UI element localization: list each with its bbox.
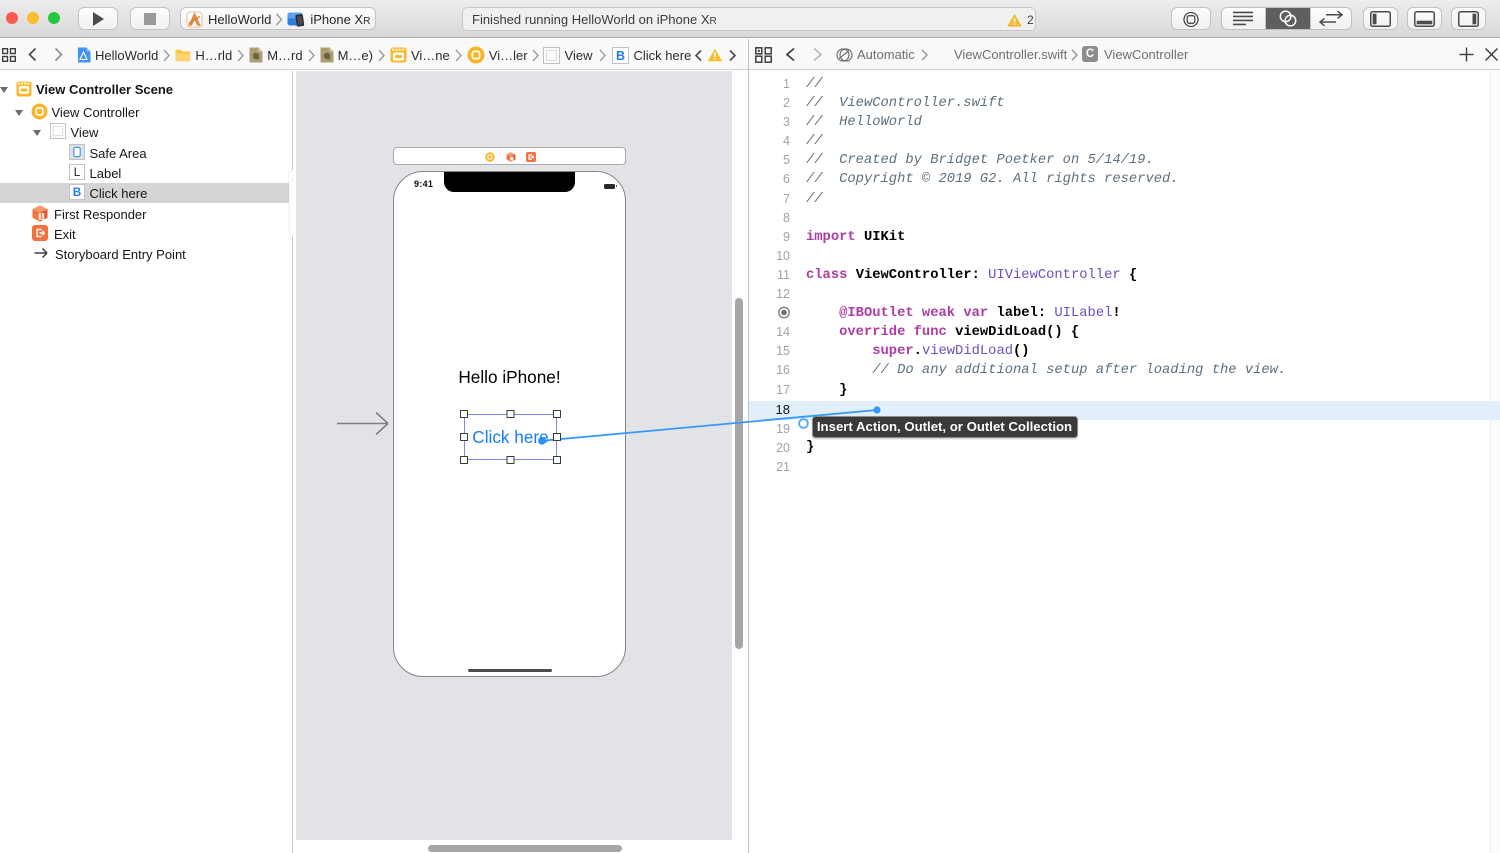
svg-text:B: B — [615, 49, 624, 63]
svg-text:L: L — [73, 166, 80, 179]
svg-text:B: B — [72, 186, 81, 199]
svg-text:1: 1 — [40, 213, 44, 220]
